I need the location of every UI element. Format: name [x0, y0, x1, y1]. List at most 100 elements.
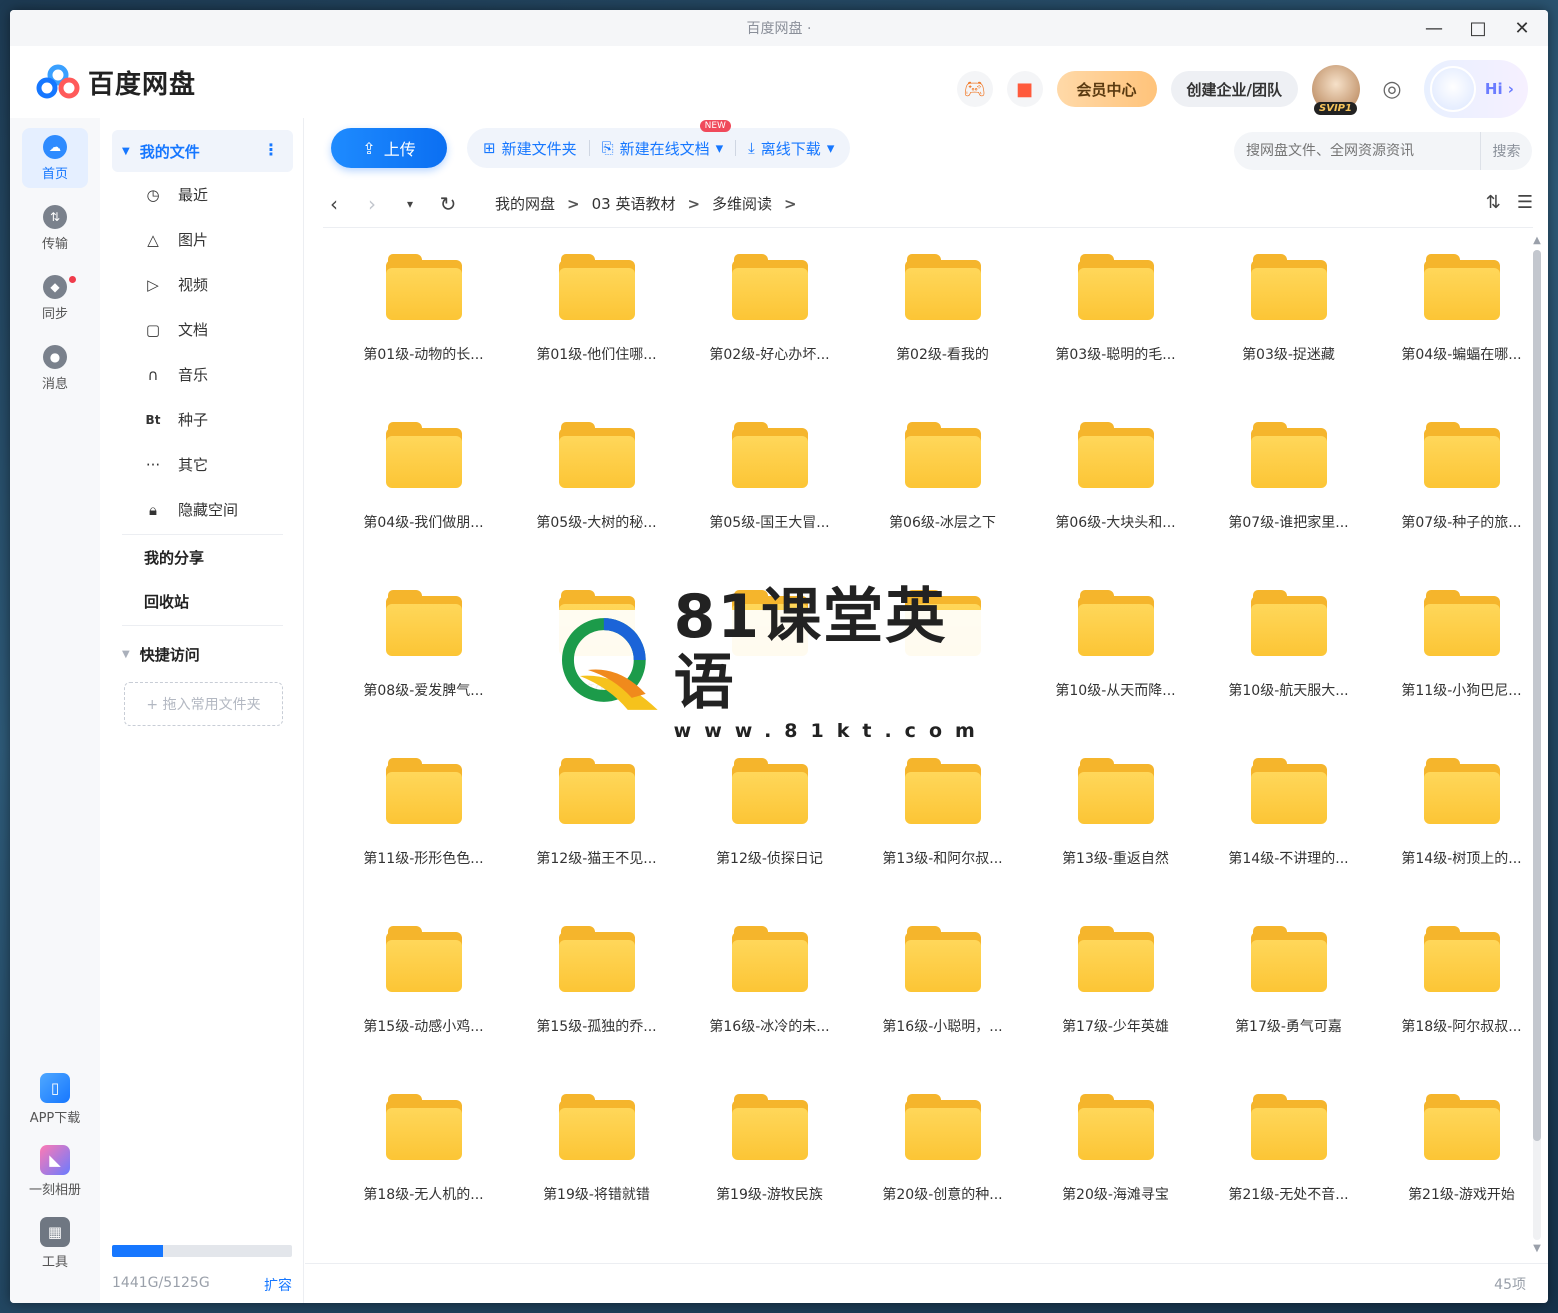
folder-item[interactable]: 第04级-我们做朋...	[337, 416, 510, 584]
folder-item[interactable]: 第10级-航天服大...	[1202, 584, 1375, 752]
sidebar-item-hidden-space[interactable]: 🔒︎ 隐藏空间	[100, 487, 303, 532]
minimize-icon[interactable]: —	[1422, 16, 1446, 40]
new-online-doc-button[interactable]: ⎘ 新建在线文档 ▾ NEW	[602, 119, 731, 159]
assistant-hi-button[interactable]: Hi ›	[1424, 60, 1528, 118]
folder-item[interactable]: 第01级-他们住哪...	[510, 248, 683, 416]
folder-icon	[904, 758, 981, 824]
folder-item[interactable]: 第06级-冰层之下	[856, 416, 1029, 584]
folder-item[interactable]: 第14级-不讲理的...	[1202, 752, 1375, 920]
settings-icon[interactable]: ◎	[1374, 71, 1410, 107]
folder-item[interactable]: 第03级-聪明的毛...	[1029, 248, 1202, 416]
watermark-text: 81课堂英语 www.81kt.com	[674, 584, 1008, 742]
breadcrumb-item[interactable]: 多维阅读	[712, 193, 772, 214]
breadcrumb: 我的网盘 > 03 英语教材 > 多维阅读 >	[495, 193, 797, 214]
folder-item[interactable]: 第10级-从天而降...	[1029, 584, 1202, 752]
back-arrow-icon[interactable]: ‹	[323, 192, 345, 216]
search-button[interactable]: 搜索	[1480, 132, 1532, 170]
forward-arrow-icon[interactable]: ›	[361, 192, 383, 216]
sidebar-item-music[interactable]: ∩ 音乐	[100, 352, 303, 397]
scroll-track[interactable]	[1533, 250, 1541, 1240]
sidebar-recycle-bin[interactable]: 回收站	[100, 579, 303, 623]
folder-item[interactable]: 第05级-大树的秘...	[510, 416, 683, 584]
folder-item[interactable]: 第13级-和阿尔叔...	[856, 752, 1029, 920]
vip-center-button[interactable]: 会员中心	[1056, 71, 1157, 107]
folder-item[interactable]: 第17级-勇气可嘉	[1202, 920, 1375, 1088]
folder-item[interactable]: 第08级-爱发脾气...	[337, 584, 510, 752]
nav-album[interactable]: ◣ 一刻相册	[22, 1139, 88, 1203]
folder-item[interactable]: 第07级-种子的旅...	[1375, 416, 1548, 584]
sidebar-item-pictures[interactable]: △ 图片	[100, 217, 303, 262]
history-dropdown-icon[interactable]: ▾	[399, 197, 421, 211]
nav-transfer[interactable]: ⇅ 传输	[22, 198, 88, 258]
folder-item[interactable]: 第11级-形形色色...	[337, 752, 510, 920]
folder-item[interactable]: 第20级-海滩寻宝	[1029, 1088, 1202, 1256]
folder-item[interactable]: 第19级-将错就错	[510, 1088, 683, 1256]
scroll-thumb[interactable]	[1533, 250, 1541, 1141]
nav-app-download[interactable]: ▯ APP下载	[22, 1067, 88, 1131]
folder-item[interactable]: 第16级-小聪明，...	[856, 920, 1029, 1088]
folder-item[interactable]: 第12级-猫王不见...	[510, 752, 683, 920]
folder-item[interactable]: 第20级-创意的种...	[856, 1088, 1029, 1256]
folder-item[interactable]: 第18级-无人机的...	[337, 1088, 510, 1256]
scroll-up-icon[interactable]: ▲	[1532, 236, 1542, 246]
folder-item[interactable]: 第13级-重返自然	[1029, 752, 1202, 920]
folder-item[interactable]: 第15级-孤独的乔...	[510, 920, 683, 1088]
search-input[interactable]	[1246, 143, 1478, 159]
create-team-button[interactable]: 创建企业/团队	[1170, 71, 1298, 107]
folder-item[interactable]: 第06级-大块头和...	[1029, 416, 1202, 584]
gift-icon[interactable]: ■	[1006, 71, 1043, 107]
expand-storage-link[interactable]: 扩容	[264, 1275, 292, 1295]
nav-message[interactable]: ● 消息	[22, 338, 88, 398]
nav-tools[interactable]: ▦ 工具	[22, 1211, 88, 1275]
sidebar-my-share[interactable]: 我的分享	[100, 535, 303, 579]
folder-item[interactable]: 第21级-无处不音...	[1202, 1088, 1375, 1256]
folder-item[interactable]: 第03级-捉迷藏	[1202, 248, 1375, 416]
close-icon[interactable]: ✕	[1510, 16, 1534, 40]
maximize-icon[interactable]: □	[1466, 16, 1490, 40]
hi-label: Hi ›	[1484, 80, 1514, 98]
sidebar-item-torrents[interactable]: Bt 种子	[100, 397, 303, 442]
folder-item[interactable]: 第02级-看我的	[856, 248, 1029, 416]
folder-item[interactable]: 第07级-谁把家里...	[1202, 416, 1375, 584]
folder-item[interactable]: 第11级-小狗巴尼...	[1375, 584, 1548, 752]
list-view-icon[interactable]: ☰	[1517, 192, 1533, 213]
sidebar-item-other[interactable]: ··· 其它	[100, 442, 303, 487]
folder-item[interactable]: 第21级-游戏开始	[1375, 1088, 1548, 1256]
folder-item[interactable]: 第18级-阿尔叔叔...	[1375, 920, 1548, 1088]
drop-common-folder-zone[interactable]: + 拖入常用文件夹	[124, 682, 283, 726]
sidebar-my-files[interactable]: ▼ 我的文件 ⋮	[112, 130, 293, 172]
folder-item[interactable]: 第16级-冰冷的未...	[683, 920, 856, 1088]
scrollbar[interactable]: ▲ ▼	[1532, 236, 1542, 1266]
folder-item[interactable]: 第15级-动感小鸡...	[337, 920, 510, 1088]
folder-item[interactable]: 第12级-侦探日记	[683, 752, 856, 920]
cloud-home-icon: ☁	[43, 134, 67, 159]
scroll-down-icon[interactable]: ▼	[1532, 1244, 1542, 1254]
sidebar-item-label: 最近	[178, 186, 209, 204]
sidebar-quick-access[interactable]: ▼ 快捷访问	[100, 630, 303, 678]
more-vertical-icon[interactable]: ⋮	[263, 140, 279, 159]
app-logo[interactable]: 百度网盘	[36, 64, 196, 101]
gamepad-icon[interactable]: 🎮︎	[956, 71, 993, 107]
new-folder-button[interactable]: ⊞ 新建文件夹	[483, 138, 577, 159]
offline-download-button[interactable]: ⤓ 离线下载 ▾	[748, 138, 834, 159]
sort-icon[interactable]: ⇅	[1486, 192, 1501, 213]
refresh-icon[interactable]: ↻	[437, 192, 459, 216]
sidebar-item-recent[interactable]: ◷ 最近	[100, 172, 303, 217]
folder-item[interactable]: 第17级-少年英雄	[1029, 920, 1202, 1088]
folder-item[interactable]: 第14级-树顶上的...	[1375, 752, 1548, 920]
breadcrumb-item[interactable]: 我的网盘	[495, 193, 555, 214]
folder-item[interactable]: 第02级-好心办坏...	[683, 248, 856, 416]
sidebar-item-documents[interactable]: ▢ 文档	[100, 307, 303, 352]
logo-text: 百度网盘	[88, 69, 197, 100]
folder-item[interactable]: 第05级-国王大冒...	[683, 416, 856, 584]
sidebar-item-videos[interactable]: ▷ 视频	[100, 262, 303, 307]
folder-icon	[385, 758, 462, 824]
folder-item[interactable]: 第19级-游牧民族	[683, 1088, 856, 1256]
folder-item[interactable]: 第01级-动物的长...	[337, 248, 510, 416]
avatar[interactable]: SVIP1	[1312, 65, 1360, 115]
upload-button[interactable]: ⇪ 上传	[331, 128, 447, 168]
nav-sync[interactable]: ◆ 同步	[22, 268, 88, 328]
folder-item[interactable]: 第04级-蝙蝠在哪...	[1375, 248, 1548, 416]
breadcrumb-item[interactable]: 03 英语教材	[592, 193, 676, 214]
nav-home[interactable]: ☁ 首页	[22, 128, 88, 188]
